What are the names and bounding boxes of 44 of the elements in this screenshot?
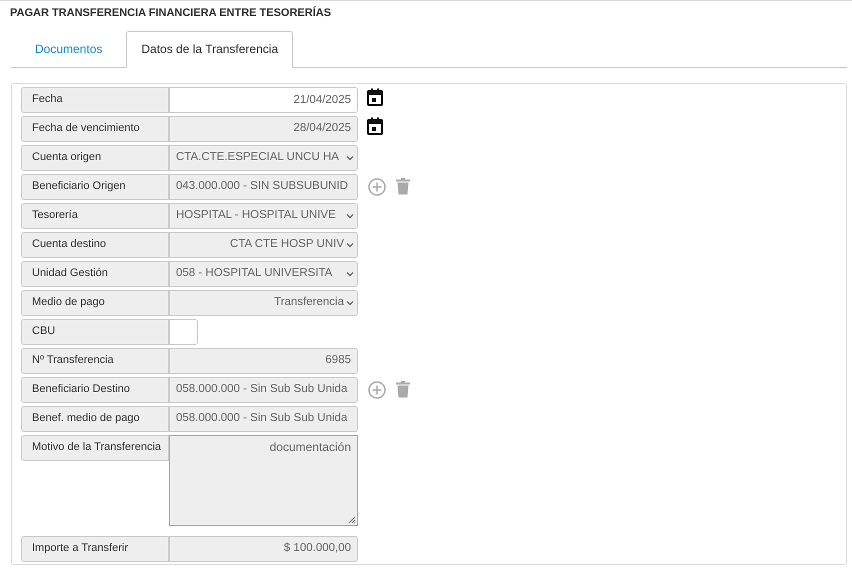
trash-icon[interactable] [396,381,410,398]
trash-icon[interactable] [396,178,410,195]
resize-handle-icon[interactable] [348,516,356,524]
chevron-down-icon [346,300,354,306]
calendar-icon[interactable] [367,116,383,134]
readonly-field: $ 100.000,00 [169,536,358,562]
tab[interactable]: Datos de la Transferencia [126,30,294,68]
field-label: Medio de pago [21,290,169,316]
field-label: Cuenta destino [21,232,169,258]
page-title: PAGAR TRANSFERENCIA FINANCIERA ENTRE TESORERÍAS [9,5,332,21]
readonly-field: 28/04/2025 [169,116,358,142]
textarea-field[interactable]: documentación [169,434,358,526]
cbu-field[interactable] [169,318,198,344]
chevron-down-icon [346,270,354,276]
select-field[interactable]: Transferencia [169,290,358,316]
field-label: Fecha [21,86,169,112]
field-label: Fecha de vencimiento [21,116,169,142]
field-label: Beneficiario Origen [21,174,169,200]
field-label: CBU [21,318,169,344]
calendar-icon[interactable] [367,88,383,106]
chevron-down-icon [346,212,354,218]
field-label: Cuenta origen [21,144,169,170]
add-circle-icon[interactable] [368,380,386,398]
readonly-field: 058.000.000 - Sin Sub Sub Unida [169,376,358,402]
field-label: Motivo de la Transferencia [21,434,169,460]
select-field[interactable]: 058 - HOSPITAL UNIVERSITA [169,260,358,286]
readonly-field: 6985 [169,348,358,374]
select-field[interactable]: CTA.CTE.ESPECIAL UNCU HA [169,144,358,170]
readonly-field: 043.000.000 - SIN SUBSUBUNID [169,174,358,200]
chevron-down-icon [346,154,354,160]
textarea-value: documentación [270,440,351,454]
select-field[interactable]: CTA CTE HOSP UNIV [169,232,358,258]
field-label: Tesorería [21,202,169,228]
readonly-field: 058.000.000 - Sin Sub Sub Unida [169,406,358,432]
field-label: Nº Transferencia [21,348,169,374]
field-label: Importe a Transferir [21,536,169,562]
date-field[interactable]: 21/04/2025 [169,86,358,112]
add-circle-icon[interactable] [368,178,386,196]
select-field[interactable]: HOSPITAL - HOSPITAL UNIVE [169,202,358,228]
field-label: Beneficiario Destino [21,376,169,402]
tab[interactable]: Documentos [11,30,126,66]
field-label: Unidad Gestión [21,260,169,286]
field-label: Benef. medio de pago [21,406,169,432]
chevron-down-icon [346,242,354,248]
